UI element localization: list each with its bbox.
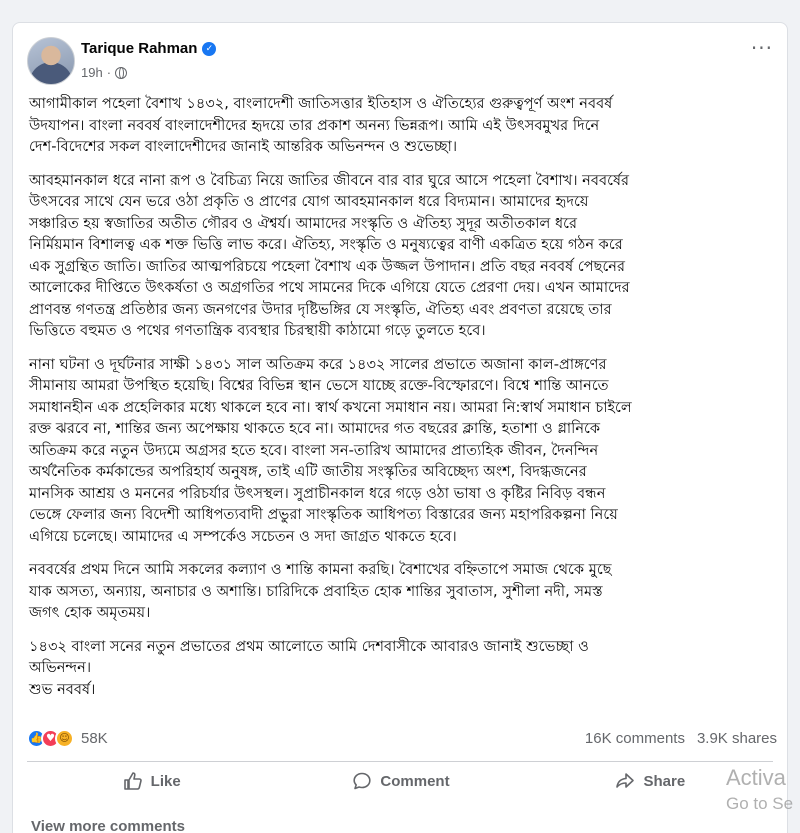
watermark-line-1: Activa	[726, 765, 786, 790]
author-avatar[interactable]	[27, 37, 75, 85]
comment-label: Comment	[380, 772, 450, 790]
post-paragraph: ১৪৩২ বাংলা সনের নতুন প্রভাতের প্রথম আলোত…	[29, 637, 589, 698]
more-options-icon[interactable]: ···	[751, 38, 773, 58]
like-button[interactable]: Like	[27, 764, 276, 798]
view-more-comments-link[interactable]: View more comments	[31, 818, 185, 833]
verified-badge-icon: ✓	[202, 41, 217, 56]
thumbs-up-icon	[123, 772, 142, 790]
author-row: Tarique Rahman ✓	[81, 40, 217, 57]
author-name[interactable]: Tarique Rahman	[81, 40, 197, 57]
comment-button[interactable]: Comment	[276, 764, 525, 798]
post-text: আগামীকাল পহেলা বৈশাখ ১৪৩২, বাংলাদেশী জাত…	[29, 93, 781, 712]
post-paragraph: নানা ঘটনা ও দূর্ঘটনার সাক্ষী ১৪৩১ সাল অত…	[29, 355, 632, 545]
share-label: Share	[643, 772, 686, 790]
globe-icon	[115, 66, 128, 79]
divider	[27, 761, 773, 762]
post-paragraph: আবহমানকাল ধরে নানা রূপ ও বৈচিত্র্য নিয়ে…	[29, 171, 630, 340]
reaction-count[interactable]: 58K	[81, 730, 108, 747]
post-paragraph: আগামীকাল পহেলা বৈশাখ ১৪৩২, বাংলাদেশী জাত…	[29, 95, 613, 155]
action-bar: Like Comment Share	[27, 764, 775, 798]
share-icon	[616, 773, 635, 788]
engagement-counts: 16K comments 3.9K shares	[585, 730, 777, 747]
post-card: Tarique Rahman ✓ 19h · ··· আগামীকাল পহেল…	[12, 22, 788, 833]
separator-dot: ·	[106, 65, 112, 80]
watermark-line-2: Go to Se	[726, 794, 794, 813]
shares-count[interactable]: 3.9K shares	[697, 730, 777, 747]
reactions-bar: 👍 ♥ ☺ 58K 16K comments 3.9K shares	[27, 727, 777, 749]
comment-icon	[353, 772, 372, 790]
like-label: Like	[150, 772, 181, 790]
post-meta: 19h ·	[81, 65, 128, 80]
comments-count[interactable]: 16K comments	[585, 730, 685, 747]
post-timestamp[interactable]: 19h	[81, 65, 103, 80]
care-reaction-icon[interactable]: ☺	[55, 728, 74, 748]
reaction-icons[interactable]: 👍 ♥ ☺	[27, 728, 74, 748]
post-paragraph: নববর্ষের প্রথম দিনে আমি সকলের কল্যাণ ও শ…	[29, 561, 612, 621]
activation-watermark: Activa Go to Se	[726, 765, 793, 817]
